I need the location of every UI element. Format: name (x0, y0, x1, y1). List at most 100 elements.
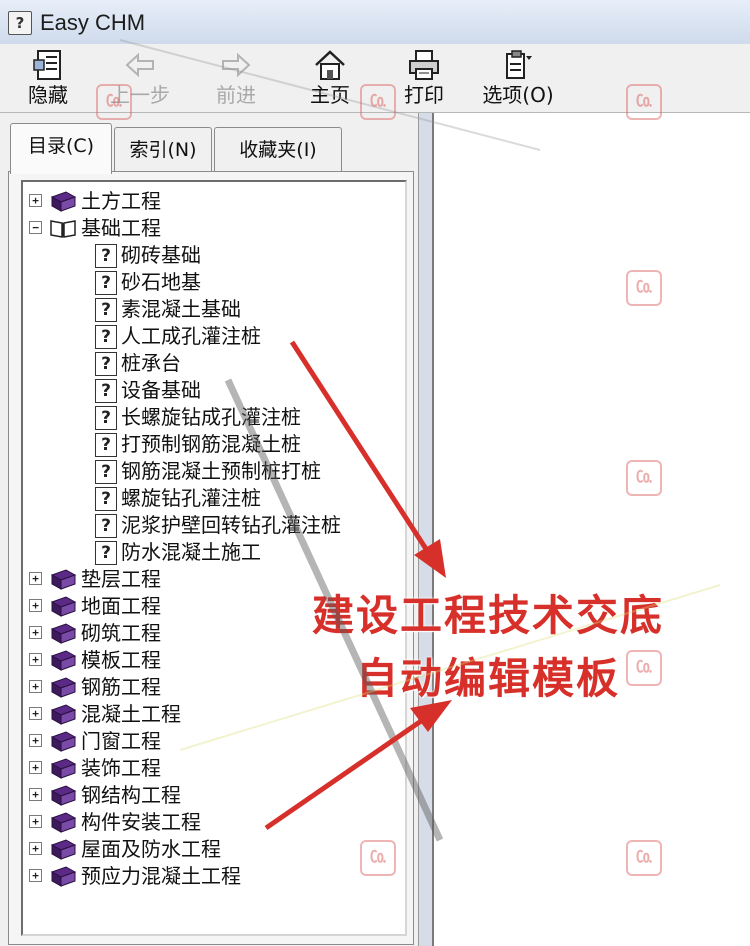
help-topic-icon: ? (95, 379, 117, 403)
chm-window: ? Easy CHM 隐藏 上一步 前进 主页 打印 选项(O) 目录(C) 索… (0, 0, 750, 946)
closed-book-icon (50, 812, 77, 833)
tree-topic-node[interactable]: ? 人工成孔灌注桩 (23, 323, 403, 350)
topic-view-pane[interactable] (432, 113, 750, 946)
tree-topic-node[interactable]: ? 砌砖基础 (23, 242, 403, 269)
tree-node-label: 构件安装工程 (81, 810, 201, 834)
tree-node-label: 螺旋钻孔灌注桩 (121, 486, 261, 510)
home-button[interactable]: 主页 (290, 48, 370, 110)
tree-topic-node[interactable]: ? 螺旋钻孔灌注桩 (23, 485, 403, 512)
tree-node-label: 砌砖基础 (121, 243, 201, 267)
tree-topic-node[interactable]: ? 钢筋混凝土预制桩打桩 (23, 458, 403, 485)
watermark-icon: ㏇ (626, 84, 662, 120)
help-topic-icon: ? (95, 406, 117, 430)
tree-book-node[interactable]: + 装饰工程 (23, 755, 403, 782)
expand-icon[interactable]: + (29, 788, 42, 801)
tree-node-label: 桩承台 (121, 351, 181, 375)
closed-book-icon (50, 785, 77, 806)
expand-icon[interactable]: + (29, 815, 42, 828)
expand-icon[interactable]: + (29, 653, 42, 666)
hide-pane-icon (33, 50, 61, 80)
options-button[interactable]: 选项(O) (478, 48, 558, 110)
tree-node-label: 预应力混凝土工程 (81, 864, 241, 888)
closed-book-icon (50, 596, 77, 617)
tree-node-label: 防水混凝土施工 (121, 540, 261, 564)
options-icon (506, 50, 532, 79)
help-topic-icon: ? (95, 325, 117, 349)
watermark-icon: ㏇ (626, 270, 662, 306)
expand-icon[interactable]: + (29, 842, 42, 855)
expand-icon[interactable]: + (29, 194, 42, 207)
tree-topic-node[interactable]: ? 桩承台 (23, 350, 403, 377)
tree-topic-node[interactable]: ? 防水混凝土施工 (23, 539, 403, 566)
tree-node-label: 泥浆护壁回转钻孔灌注桩 (121, 513, 341, 537)
expand-icon[interactable]: + (29, 599, 42, 612)
tree-topic-node[interactable]: ? 素混凝土基础 (23, 296, 403, 323)
tree-node-label: 土方工程 (81, 189, 161, 213)
tree-book-node[interactable]: + 钢结构工程 (23, 782, 403, 809)
tree-topic-node[interactable]: ? 砂石地基 (23, 269, 403, 296)
title-bar[interactable]: ? Easy CHM (0, 0, 750, 45)
tree-book-node[interactable]: + 门窗工程 (23, 728, 403, 755)
tree-node-label: 基础工程 (81, 216, 161, 240)
watermark-icon: ㏇ (626, 650, 662, 686)
tree-node-label: 装饰工程 (81, 756, 161, 780)
closed-book-icon (50, 731, 77, 752)
tree-topic-node[interactable]: ? 设备基础 (23, 377, 403, 404)
tab-contents[interactable]: 目录(C) (10, 123, 112, 174)
help-topic-icon: ? (95, 460, 117, 484)
forward-button[interactable]: 前进 (196, 48, 276, 110)
expand-icon[interactable]: + (29, 707, 42, 720)
tree-node-label: 砂石地基 (121, 270, 201, 294)
hide-button[interactable]: 隐藏 (8, 48, 88, 110)
expand-icon[interactable]: + (29, 869, 42, 882)
tree-book-node[interactable]: + 土方工程 (23, 188, 403, 215)
tree-topic-node[interactable]: ? 打预制钢筋混凝土桩 (23, 431, 403, 458)
expand-icon[interactable]: + (29, 734, 42, 747)
navigation-pane: 目录(C) 索引(N) 收藏夹(I) + 土方工程 − 基础工程? 砌砖基础? 砂石地基?… (0, 113, 418, 946)
watermark-icon: ㏇ (96, 84, 132, 120)
watermark-icon: ㏇ (626, 460, 662, 496)
tree-node-label: 混凝土工程 (81, 702, 181, 726)
contents-tree[interactable]: + 土方工程 − 基础工程? 砌砖基础? 砂石地基? 素混凝土基础? 人工成孔灌注桩? 桩承台?… (21, 180, 407, 936)
promo-caption-line1: 建设工程技术交底 (311, 591, 664, 640)
tree-topic-node[interactable]: ? 长螺旋钻成孔灌注桩 (23, 404, 403, 431)
tab-contents-label: 目录(C) (27, 135, 95, 157)
app-help-icon: ? (8, 11, 32, 35)
print-button[interactable]: 打印 (384, 48, 464, 110)
collapse-icon[interactable]: − (29, 221, 42, 234)
tree-node-label: 钢筋混凝土预制桩打桩 (121, 459, 321, 483)
watermark-icon: ㏇ (360, 840, 396, 876)
forward-label: 前进 (216, 83, 256, 107)
expand-icon[interactable]: + (29, 572, 42, 585)
home-label: 主页 (310, 83, 350, 107)
tree-node-label: 砌筑工程 (81, 621, 161, 645)
tab-favorites[interactable]: 收藏夹(I) (214, 127, 342, 172)
tab-favorites-label: 收藏夹(I) (239, 139, 317, 161)
tree-book-node[interactable]: + 屋面及防水工程 (23, 836, 403, 863)
tree-book-node[interactable]: − 基础工程 (23, 215, 403, 242)
printer-icon (409, 50, 439, 80)
forward-arrow-icon (222, 52, 251, 78)
tree-node-label: 人工成孔灌注桩 (121, 324, 261, 348)
closed-book-icon (50, 191, 77, 212)
expand-icon[interactable]: + (29, 680, 42, 693)
tree-book-node[interactable]: + 构件安装工程 (23, 809, 403, 836)
help-topic-icon: ? (95, 541, 117, 565)
help-topic-icon: ? (95, 487, 117, 511)
tree-book-node[interactable]: + 预应力混凝土工程 (23, 863, 403, 890)
expand-icon[interactable]: + (29, 761, 42, 774)
closed-book-icon (50, 704, 77, 725)
hide-label: 隐藏 (28, 83, 68, 107)
help-topic-icon: ? (95, 433, 117, 457)
closed-book-icon (50, 758, 77, 779)
tree-topic-node[interactable]: ? 泥浆护壁回转钻孔灌注桩 (23, 512, 403, 539)
tree-node-label: 模板工程 (81, 648, 161, 672)
tree-node-label: 屋面及防水工程 (81, 837, 221, 861)
tree-node-label: 垫层工程 (81, 567, 161, 591)
expand-icon[interactable]: + (29, 626, 42, 639)
tab-index[interactable]: 索引(N) (114, 127, 212, 172)
help-topic-icon: ? (95, 352, 117, 376)
tree-node-label: 长螺旋钻成孔灌注桩 (121, 405, 301, 429)
help-topic-icon: ? (95, 271, 117, 295)
contents-panel: + 土方工程 − 基础工程? 砌砖基础? 砂石地基? 素混凝土基础? 人工成孔灌注桩? 桩承台?… (8, 171, 414, 945)
